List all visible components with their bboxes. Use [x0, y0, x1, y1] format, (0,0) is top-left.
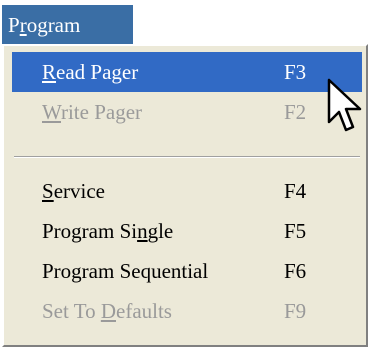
menu-item-shortcut: F3	[284, 60, 307, 84]
arrow-cursor-icon	[327, 78, 362, 132]
menu-item-program-sequential[interactable]: Program Sequential F6	[12, 251, 362, 291]
menu-item-label: Set To Defaults	[42, 299, 172, 323]
menu-item-service[interactable]: Service F4	[12, 171, 362, 211]
menu-item-shortcut: F6	[284, 259, 307, 283]
menu-item-label: Program Sequential	[42, 259, 209, 283]
menu-item-shortcut: F9	[284, 299, 307, 323]
menu-item-label: Service	[42, 179, 105, 203]
menu-item-label: Program Single	[42, 219, 174, 243]
menu-item-shortcut: F5	[284, 219, 307, 243]
menu-item-set-to-defaults[interactable]: Set To Defaults F9	[12, 291, 362, 331]
menubar-program-label-first: P	[8, 13, 20, 37]
menu-item-program-single[interactable]: Program Single F5	[12, 211, 362, 251]
menu-item-label: Write Pager	[42, 100, 143, 124]
menubar-program-label-rest: ogram	[26, 13, 81, 37]
menu-separator	[14, 156, 360, 158]
menu-item-write-pager[interactable]: Write Pager F2	[12, 92, 362, 132]
menubar-program-label-mnemonic: r	[19, 13, 27, 37]
menu-item-read-pager[interactable]: Read Pager F3	[12, 52, 362, 92]
menu-item-shortcut: F2	[284, 100, 307, 124]
menu-item-label: Read Pager	[42, 60, 139, 84]
program-menu-dropdown: Read Pager F3 Write Pager F2 Service F4 …	[2, 44, 368, 347]
menu-item-shortcut: F4	[284, 179, 307, 203]
menubar-program[interactable]: Program	[2, 5, 133, 45]
